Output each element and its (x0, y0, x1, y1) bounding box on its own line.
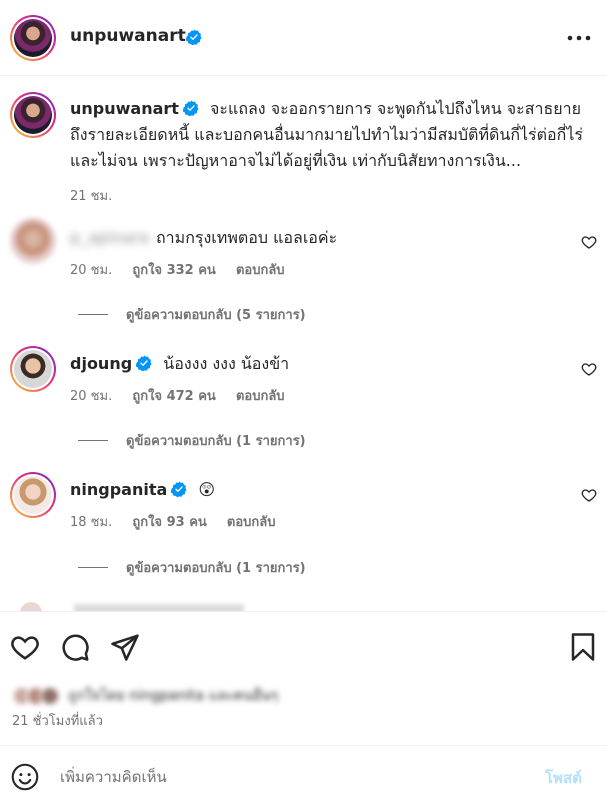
comment-username[interactable]: djoung (70, 354, 132, 373)
heart-icon[interactable] (581, 487, 597, 503)
caption-time: 21 ชม. (70, 189, 113, 204)
heart-icon[interactable] (10, 632, 40, 662)
comment-text: 😲 (198, 480, 216, 499)
comment-item: djoung น้องงง งงง น้องข้า 20 ชม. ถูกใจ 4… (70, 352, 550, 409)
author-avatar[interactable] (10, 15, 56, 61)
comment-text: ถามกรุงเทพตอบ แอลเอค่ะ (155, 228, 338, 247)
post-header: unpuwanart (0, 0, 607, 76)
comment-time: 20 ชม. (70, 389, 113, 404)
comment-username[interactable]: p_apinara (70, 226, 149, 250)
post-button[interactable]: โพสต์ (545, 766, 582, 790)
comment-text: น้องงง งงง น้องข้า (163, 354, 290, 373)
more-horizontal-icon[interactable] (566, 28, 592, 48)
heart-icon[interactable] (581, 234, 597, 250)
comment-likes[interactable]: ถูกใจ 332 คน (132, 263, 215, 278)
post-time: 21 ชั่วโมงที่แล้ว (12, 714, 103, 729)
caption-username[interactable]: unpuwanart (70, 99, 179, 118)
comment-icon[interactable] (60, 632, 90, 662)
verified-badge-icon (182, 100, 199, 116)
author-username[interactable]: unpuwanart (70, 26, 186, 46)
comment-item: p_apinara ถามกรุงเทพตอบ แอลเอค่ะ 20 ชม. … (70, 226, 550, 283)
view-replies-button[interactable]: ดูข้อความตอบกลับ (5 รายการ) (78, 304, 306, 325)
share-icon[interactable] (110, 632, 140, 662)
liked-by[interactable]: ถูกใจโดย ningpanita และคนอื่นๆ (12, 682, 278, 710)
verified-badge-icon (186, 29, 202, 45)
commenter-avatar[interactable] (10, 346, 56, 392)
commenter-avatar[interactable] (10, 218, 56, 264)
reply-button[interactable]: ตอบกลับ (236, 389, 285, 404)
reply-button[interactable]: ตอบกลับ (227, 515, 276, 530)
comment-composer: โพสต์ (0, 745, 607, 797)
comment-meta: 18 ชม. ถูกใจ 93 คน ตอบกลับ (70, 511, 550, 535)
verified-badge-icon (136, 355, 152, 371)
bookmark-icon[interactable] (568, 632, 598, 662)
view-replies-button[interactable]: ดูข้อความตอบกลับ (1 รายการ) (78, 430, 306, 451)
comment-time: 18 ชม. (70, 515, 113, 530)
comment-time: 20 ชม. (70, 263, 113, 278)
heart-icon[interactable] (581, 361, 597, 377)
comment-username[interactable]: ningpanita (70, 480, 167, 499)
caption-avatar[interactable] (10, 92, 56, 138)
comment-input[interactable] (60, 760, 530, 794)
verified-badge-icon (171, 481, 187, 497)
emoji-icon[interactable] (11, 763, 39, 791)
liked-by-text: ถูกใจโดย ningpanita และคนอื่นๆ (68, 688, 279, 704)
comment-likes[interactable]: ถูกใจ 93 คน (132, 515, 206, 530)
caption: unpuwanart จะแถลง จะออกรายการ จะพูดกันไป… (70, 96, 590, 210)
commenter-avatar[interactable] (10, 472, 56, 518)
reply-button[interactable]: ตอบกลับ (236, 263, 285, 278)
view-replies-button[interactable]: ดูข้อความตอบกลับ (1 รายการ) (78, 557, 306, 578)
comment-meta: 20 ชม. ถูกใจ 472 คน ตอบกลับ (70, 385, 550, 409)
post-actions: ถูกใจโดย ningpanita และคนอื่นๆ 21 ชั่วโม… (0, 611, 607, 745)
comment-meta: 20 ชม. ถูกใจ 332 คน ตอบกลับ (70, 259, 550, 283)
comment-likes[interactable]: ถูกใจ 472 คน (132, 389, 215, 404)
comment-item: ningpanita 😲 18 ชม. ถูกใจ 93 คน ตอบกลับ (70, 478, 550, 535)
